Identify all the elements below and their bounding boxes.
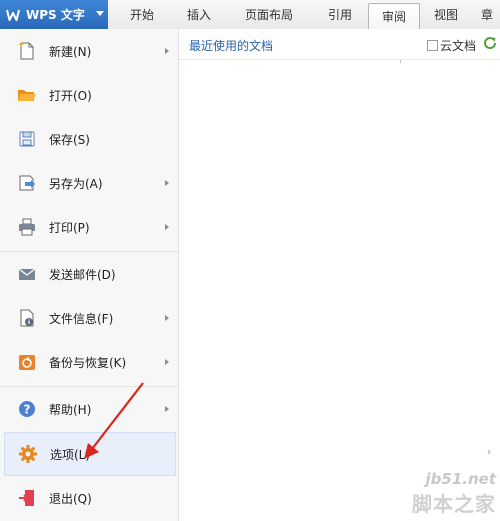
cloud-docs-label: 云文档 <box>440 39 477 53</box>
tab-insert[interactable]: 插入 <box>176 0 222 29</box>
menu-item-label: 文件信息(F) <box>49 311 114 326</box>
menu-item-label: 新建(N) <box>49 44 92 59</box>
menu-item-label: 另存为(A) <box>49 176 103 191</box>
file-menu: 新建(N) 打开(O) 保存(S) 另存为(A) 打印(P) 发送邮件(D) 文… <box>0 29 179 521</box>
ribbon-tabs: 开始 插入 页面布局 引用 审阅 视图 章 <box>108 0 500 29</box>
menu-item-label: 发送邮件(D) <box>49 267 116 282</box>
chevron-down-icon[interactable] <box>96 11 104 16</box>
new-document-icon <box>18 42 34 60</box>
menu-item-new[interactable]: 新建(N) <box>0 29 178 73</box>
menu-item-label: 保存(S) <box>49 132 90 147</box>
scroll-right-icon[interactable]: › <box>487 447 491 458</box>
recent-documents-panel: 最近使用的文档 云文档 › <box>179 29 500 521</box>
refresh-icon[interactable] <box>482 35 498 51</box>
menu-item-options[interactable]: 选项(L) <box>4 432 176 476</box>
menu-item-label: 选项(L) <box>50 447 91 462</box>
menu-item-save-as[interactable]: 另存为(A) <box>0 161 178 205</box>
menu-item-file-info[interactable]: 文件信息(F) <box>0 296 178 340</box>
menu-item-exit[interactable]: 退出(Q) <box>0 476 178 520</box>
divider-tick <box>400 60 401 63</box>
mail-icon <box>18 268 36 280</box>
tab-references[interactable]: 引用 <box>316 0 364 29</box>
submenu-arrow-icon <box>165 48 169 54</box>
save-icon <box>19 131 35 147</box>
recent-documents-title: 最近使用的文档 <box>189 39 274 53</box>
tab-review[interactable]: 审阅 <box>368 3 420 29</box>
open-folder-icon <box>18 90 36 101</box>
tab-chapter[interactable]: 章 <box>472 0 500 29</box>
menu-bar: WPS 文字 开始 插入 页面布局 引用 审阅 视图 章 <box>0 0 500 30</box>
menu-item-label: 备份与恢复(K) <box>49 355 127 370</box>
menu-item-send-mail[interactable]: 发送邮件(D) <box>0 252 178 296</box>
tab-page-layout[interactable]: 页面布局 <box>222 0 316 29</box>
menu-item-print[interactable]: 打印(P) <box>0 205 178 249</box>
file-info-icon <box>20 309 34 327</box>
submenu-arrow-icon <box>165 406 169 412</box>
app-name: WPS 文字 <box>26 8 85 22</box>
menu-item-label: 打开(O) <box>49 88 92 103</box>
cloud-docs-toggle[interactable]: 云文档 <box>427 37 476 54</box>
save-as-icon <box>19 175 35 191</box>
exit-icon <box>19 490 34 506</box>
wps-logo-icon <box>6 9 20 21</box>
gear-icon <box>19 445 37 463</box>
cloud-docs-checkbox[interactable] <box>427 40 438 51</box>
printer-icon <box>19 218 35 236</box>
help-icon: ? <box>19 401 35 417</box>
tab-view[interactable]: 视图 <box>420 0 472 29</box>
submenu-arrow-icon <box>165 224 169 230</box>
wps-app-menu-button[interactable]: WPS 文字 <box>0 0 108 29</box>
menu-item-save[interactable]: 保存(S) <box>0 117 178 161</box>
submenu-arrow-icon <box>165 180 169 186</box>
tab-home[interactable]: 开始 <box>108 0 176 29</box>
menu-item-backup-restore[interactable]: 备份与恢复(K) <box>0 340 178 384</box>
menu-item-label: 退出(Q) <box>49 491 92 506</box>
menu-item-help[interactable]: ? 帮助(H) <box>0 387 178 431</box>
submenu-arrow-icon <box>165 315 169 321</box>
backup-icon <box>19 355 35 370</box>
submenu-arrow-icon <box>165 359 169 365</box>
menu-item-label: 打印(P) <box>49 220 90 235</box>
svg-text:?: ? <box>24 403 31 417</box>
menu-item-open[interactable]: 打开(O) <box>0 73 178 117</box>
recent-documents-header: 最近使用的文档 云文档 <box>179 29 500 60</box>
menu-item-label: 帮助(H) <box>49 402 92 417</box>
